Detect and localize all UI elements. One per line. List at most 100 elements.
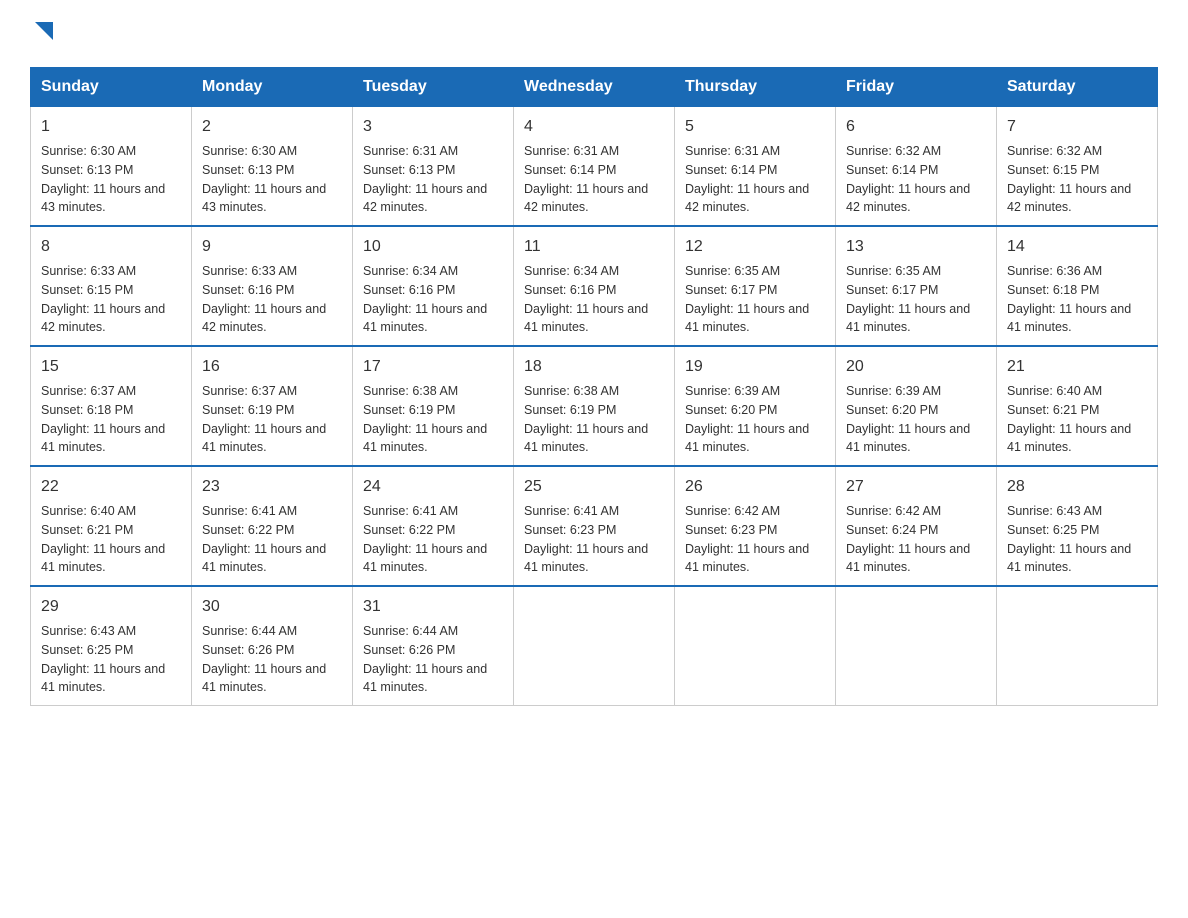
day-info: Sunrise: 6:32 AMSunset: 6:15 PMDaylight:… [1007, 142, 1147, 217]
column-header-sunday: Sunday [31, 68, 192, 107]
day-info: Sunrise: 6:31 AMSunset: 6:13 PMDaylight:… [363, 142, 503, 217]
day-number: 12 [685, 235, 825, 259]
day-number: 28 [1007, 475, 1147, 499]
calendar-cell: 18 Sunrise: 6:38 AMSunset: 6:19 PMDayligh… [514, 346, 675, 466]
calendar-cell: 8 Sunrise: 6:33 AMSunset: 6:15 PMDaylight… [31, 226, 192, 346]
day-number: 10 [363, 235, 503, 259]
calendar-cell: 19 Sunrise: 6:39 AMSunset: 6:20 PMDayligh… [675, 346, 836, 466]
day-info: Sunrise: 6:30 AMSunset: 6:13 PMDaylight:… [202, 142, 342, 217]
column-header-monday: Monday [192, 68, 353, 107]
calendar-cell: 23 Sunrise: 6:41 AMSunset: 6:22 PMDayligh… [192, 466, 353, 586]
day-number: 22 [41, 475, 181, 499]
calendar-cell [997, 586, 1158, 706]
day-number: 27 [846, 475, 986, 499]
day-number: 23 [202, 475, 342, 499]
day-number: 19 [685, 355, 825, 379]
calendar-cell: 22Sunrise: 6:40 AMSunset: 6:21 PMDayligh… [31, 466, 192, 586]
calendar-cell: 11 Sunrise: 6:34 AMSunset: 6:16 PMDayligh… [514, 226, 675, 346]
day-number: 4 [524, 115, 664, 139]
column-header-friday: Friday [836, 68, 997, 107]
day-info: Sunrise: 6:38 AMSunset: 6:19 PMDaylight:… [363, 382, 503, 457]
day-info: Sunrise: 6:39 AMSunset: 6:20 PMDaylight:… [685, 382, 825, 457]
day-number: 5 [685, 115, 825, 139]
calendar-cell: 29 Sunrise: 6:43 AMSunset: 6:25 PMDayligh… [31, 586, 192, 706]
day-info: Sunrise: 6:32 AMSunset: 6:14 PMDaylight:… [846, 142, 986, 217]
calendar-cell: 13 Sunrise: 6:35 AMSunset: 6:17 PMDayligh… [836, 226, 997, 346]
day-number: 11 [524, 235, 664, 259]
calendar-cell: 16Sunrise: 6:37 AMSunset: 6:19 PMDayligh… [192, 346, 353, 466]
day-info: Sunrise: 6:38 AMSunset: 6:19 PMDaylight:… [524, 382, 664, 457]
calendar-table: SundayMondayTuesdayWednesdayThursdayFrid… [30, 67, 1158, 706]
day-number: 29 [41, 595, 181, 619]
calendar-cell: 21 Sunrise: 6:40 AMSunset: 6:21 PMDayligh… [997, 346, 1158, 466]
calendar-week-row: 15 Sunrise: 6:37 AMSunset: 6:18 PMDayligh… [31, 346, 1158, 466]
day-number: 3 [363, 115, 503, 139]
day-number: 21 [1007, 355, 1147, 379]
calendar-cell: 24Sunrise: 6:41 AMSunset: 6:22 PMDayligh… [353, 466, 514, 586]
calendar-week-row: 8 Sunrise: 6:33 AMSunset: 6:15 PMDaylight… [31, 226, 1158, 346]
day-info: Sunrise: 6:42 AMSunset: 6:24 PMDaylight:… [846, 502, 986, 577]
calendar-cell: 12Sunrise: 6:35 AMSunset: 6:17 PMDayligh… [675, 226, 836, 346]
column-header-saturday: Saturday [997, 68, 1158, 107]
day-info: Sunrise: 6:41 AMSunset: 6:22 PMDaylight:… [202, 502, 342, 577]
day-number: 18 [524, 355, 664, 379]
calendar-week-row: 29 Sunrise: 6:43 AMSunset: 6:25 PMDayligh… [31, 586, 1158, 706]
logo [30, 20, 55, 47]
day-info: Sunrise: 6:42 AMSunset: 6:23 PMDaylight:… [685, 502, 825, 577]
calendar-cell: 20 Sunrise: 6:39 AMSunset: 6:20 PMDayligh… [836, 346, 997, 466]
calendar-cell [836, 586, 997, 706]
day-number: 9 [202, 235, 342, 259]
day-number: 8 [41, 235, 181, 259]
calendar-cell: 28 Sunrise: 6:43 AMSunset: 6:25 PMDayligh… [997, 466, 1158, 586]
calendar-header-row: SundayMondayTuesdayWednesdayThursdayFrid… [31, 68, 1158, 107]
day-number: 31 [363, 595, 503, 619]
calendar-week-row: 1 Sunrise: 6:30 AMSunset: 6:13 PMDaylight… [31, 107, 1158, 227]
day-number: 20 [846, 355, 986, 379]
day-number: 14 [1007, 235, 1147, 259]
calendar-cell [675, 586, 836, 706]
calendar-cell: 4Sunrise: 6:31 AMSunset: 6:14 PMDaylight… [514, 107, 675, 227]
day-number: 16 [202, 355, 342, 379]
day-info: Sunrise: 6:40 AMSunset: 6:21 PMDaylight:… [1007, 382, 1147, 457]
day-number: 1 [41, 115, 181, 139]
day-info: Sunrise: 6:30 AMSunset: 6:13 PMDaylight:… [41, 142, 181, 217]
calendar-cell: 1 Sunrise: 6:30 AMSunset: 6:13 PMDaylight… [31, 107, 192, 227]
calendar-cell: 30Sunrise: 6:44 AMSunset: 6:26 PMDayligh… [192, 586, 353, 706]
day-info: Sunrise: 6:34 AMSunset: 6:16 PMDaylight:… [363, 262, 503, 337]
calendar-cell: 25 Sunrise: 6:41 AMSunset: 6:23 PMDayligh… [514, 466, 675, 586]
day-info: Sunrise: 6:36 AMSunset: 6:18 PMDaylight:… [1007, 262, 1147, 337]
day-number: 6 [846, 115, 986, 139]
day-number: 2 [202, 115, 342, 139]
day-info: Sunrise: 6:37 AMSunset: 6:18 PMDaylight:… [41, 382, 181, 457]
day-info: Sunrise: 6:33 AMSunset: 6:16 PMDaylight:… [202, 262, 342, 337]
day-info: Sunrise: 6:41 AMSunset: 6:23 PMDaylight:… [524, 502, 664, 577]
page-header [30, 20, 1158, 47]
calendar-cell: 17Sunrise: 6:38 AMSunset: 6:19 PMDayligh… [353, 346, 514, 466]
day-number: 13 [846, 235, 986, 259]
calendar-cell: 9 Sunrise: 6:33 AMSunset: 6:16 PMDaylight… [192, 226, 353, 346]
day-number: 25 [524, 475, 664, 499]
calendar-cell: 31 Sunrise: 6:44 AMSunset: 6:26 PMDayligh… [353, 586, 514, 706]
logo-icon [33, 20, 55, 42]
day-info: Sunrise: 6:33 AMSunset: 6:15 PMDaylight:… [41, 262, 181, 337]
calendar-cell: 2 Sunrise: 6:30 AMSunset: 6:13 PMDaylight… [192, 107, 353, 227]
calendar-cell: 7Sunrise: 6:32 AMSunset: 6:15 PMDaylight… [997, 107, 1158, 227]
calendar-cell [514, 586, 675, 706]
column-header-wednesday: Wednesday [514, 68, 675, 107]
day-number: 24 [363, 475, 503, 499]
day-info: Sunrise: 6:43 AMSunset: 6:25 PMDaylight:… [1007, 502, 1147, 577]
day-number: 26 [685, 475, 825, 499]
day-info: Sunrise: 6:39 AMSunset: 6:20 PMDaylight:… [846, 382, 986, 457]
day-number: 30 [202, 595, 342, 619]
day-info: Sunrise: 6:35 AMSunset: 6:17 PMDaylight:… [846, 262, 986, 337]
day-number: 15 [41, 355, 181, 379]
calendar-cell: 15 Sunrise: 6:37 AMSunset: 6:18 PMDayligh… [31, 346, 192, 466]
calendar-cell: 26 Sunrise: 6:42 AMSunset: 6:23 PMDayligh… [675, 466, 836, 586]
calendar-cell: 14 Sunrise: 6:36 AMSunset: 6:18 PMDayligh… [997, 226, 1158, 346]
calendar-cell: 5 Sunrise: 6:31 AMSunset: 6:14 PMDaylight… [675, 107, 836, 227]
day-info: Sunrise: 6:43 AMSunset: 6:25 PMDaylight:… [41, 622, 181, 697]
day-info: Sunrise: 6:31 AMSunset: 6:14 PMDaylight:… [685, 142, 825, 217]
day-info: Sunrise: 6:44 AMSunset: 6:26 PMDaylight:… [363, 622, 503, 697]
calendar-week-row: 22Sunrise: 6:40 AMSunset: 6:21 PMDayligh… [31, 466, 1158, 586]
day-info: Sunrise: 6:34 AMSunset: 6:16 PMDaylight:… [524, 262, 664, 337]
